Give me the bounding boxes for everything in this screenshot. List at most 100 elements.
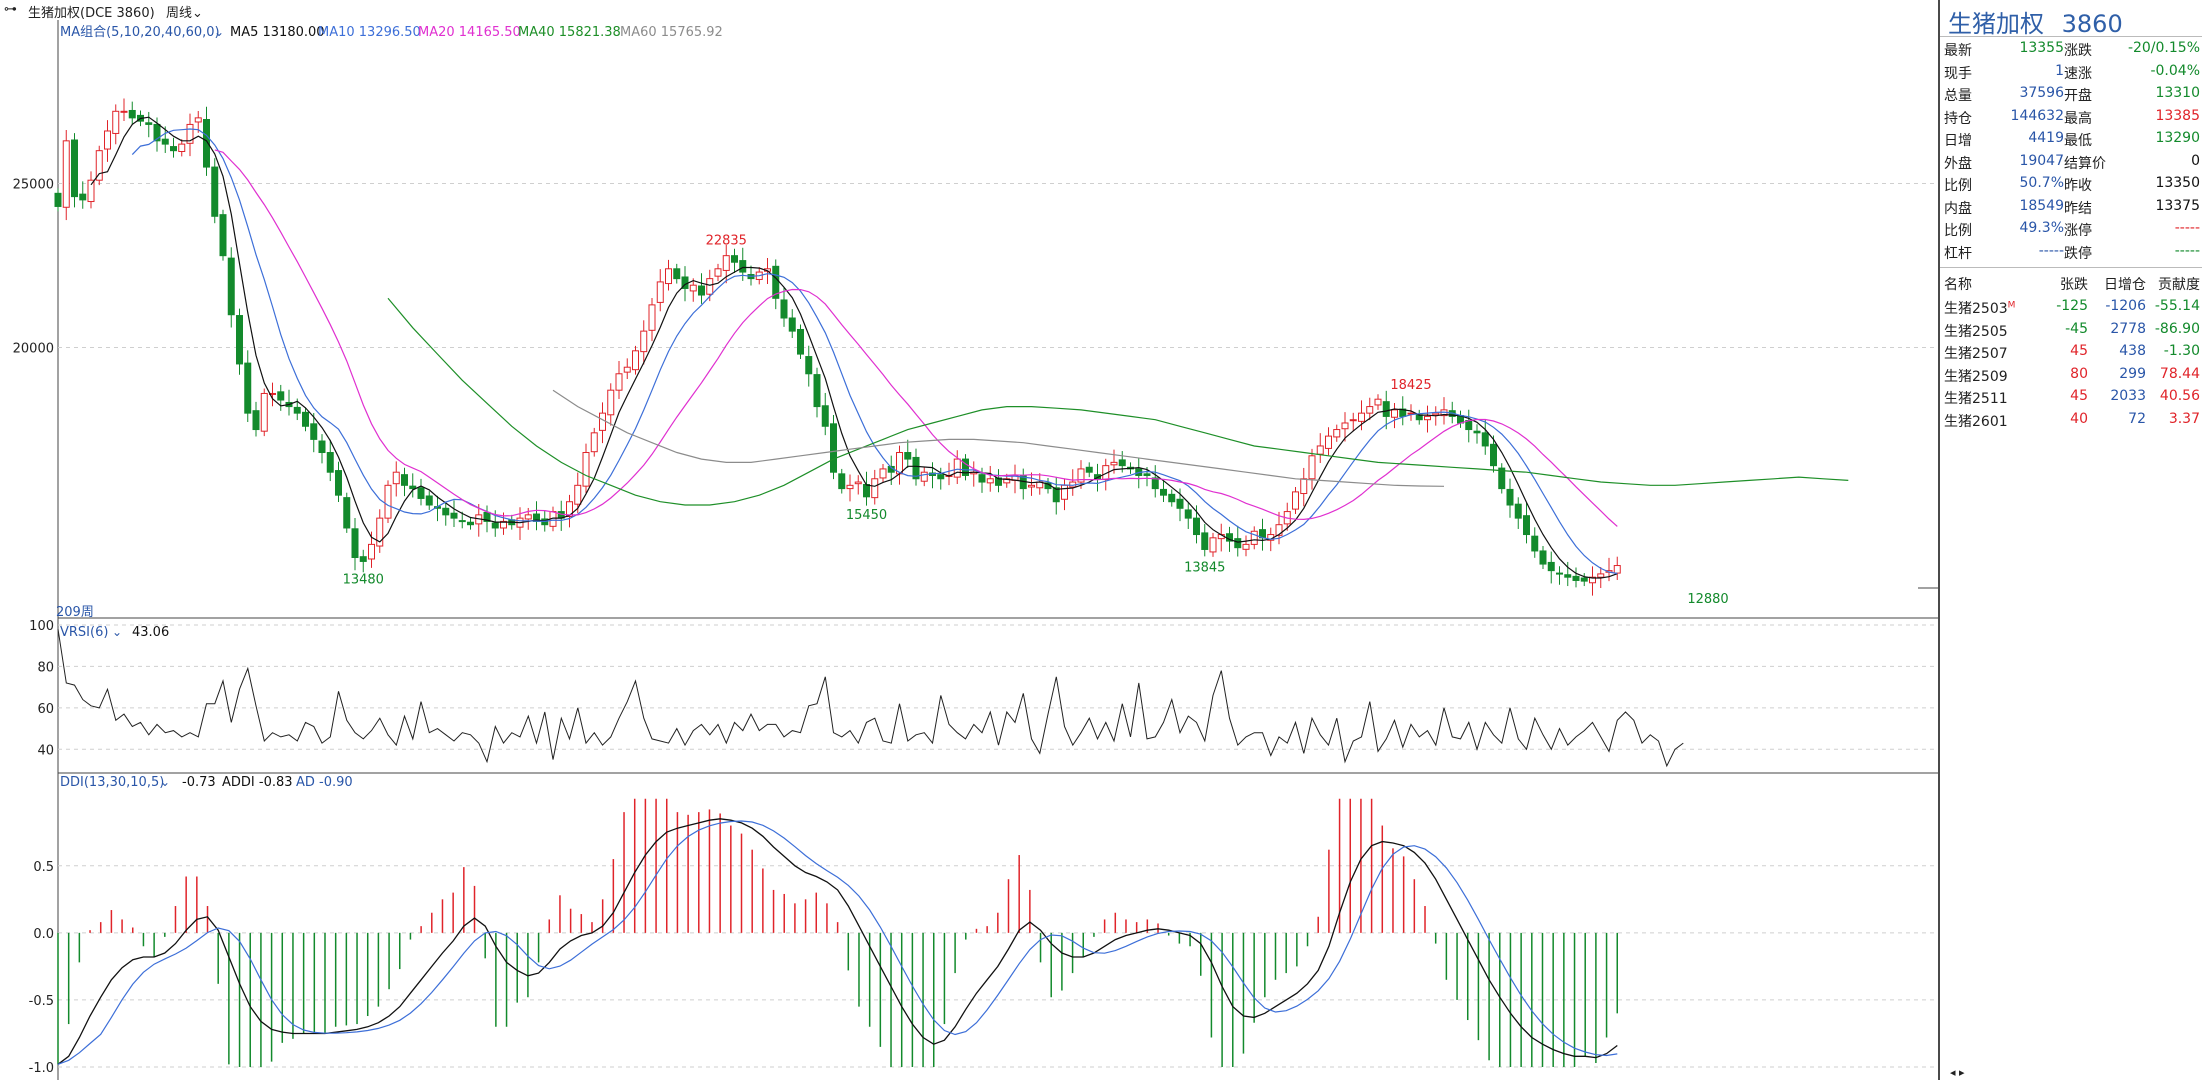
quote-key: 比例 bbox=[1944, 223, 1972, 239]
candle-body bbox=[401, 474, 408, 486]
y-tick-label: 60 bbox=[37, 702, 54, 717]
candle-body bbox=[1556, 572, 1563, 575]
ma40-legend: MA40 15821.38 bbox=[518, 25, 621, 40]
candle-body bbox=[458, 520, 466, 523]
candle-body bbox=[731, 255, 738, 263]
quote-key: 涨跌 bbox=[2064, 43, 2092, 59]
candle-body bbox=[524, 514, 532, 520]
candle-body bbox=[392, 471, 400, 485]
candle-body bbox=[1201, 532, 1209, 550]
contract-change: 40 bbox=[2070, 410, 2088, 427]
quote-row: 最新 13355 涨跌 -20/0.15% bbox=[1940, 38, 2202, 60]
quote-value: 13350 bbox=[2155, 175, 2200, 191]
candle-body bbox=[1374, 398, 1382, 406]
column-header: 张跌 bbox=[2060, 277, 2088, 293]
candle-body bbox=[227, 257, 235, 316]
candle-body bbox=[830, 423, 837, 473]
quote-value: 13355 bbox=[2019, 40, 2064, 56]
candle-body bbox=[467, 521, 474, 526]
column-header: 日增仓 bbox=[2104, 277, 2146, 293]
ad-line bbox=[57, 820, 1618, 1065]
contract-name: 生猪2601 bbox=[1944, 413, 2008, 430]
candle-body bbox=[574, 484, 582, 505]
quote-value: 0 bbox=[2191, 152, 2200, 169]
quote-row: 比例 50.7% 昨收 13350 bbox=[1940, 173, 2202, 195]
candle-body bbox=[120, 110, 128, 113]
quote-value: ----- bbox=[2038, 242, 2064, 259]
candle-body bbox=[1490, 443, 1497, 467]
quote-row: 总量 37596 开盘 13310 bbox=[1940, 83, 2202, 105]
candle-body bbox=[145, 122, 153, 125]
ddi-label: DDI(13,30,10,5) bbox=[60, 775, 164, 790]
quote-value: 1 bbox=[2055, 62, 2064, 79]
quote-key: 最新 bbox=[1944, 43, 1972, 59]
y-tick-label: 0.5 bbox=[33, 860, 54, 875]
extreme-label: 12880 bbox=[1687, 592, 1728, 607]
contract-change: 80 bbox=[2070, 365, 2088, 382]
candle-body bbox=[797, 328, 804, 355]
quote-key: 总量 bbox=[1944, 88, 1972, 104]
contract-contribution: 78.44 bbox=[2159, 365, 2200, 382]
candle-body bbox=[194, 117, 202, 123]
chart-svg: 25000 20000 22835 15450 13480 18425 13845 12880… bbox=[13, 20, 1938, 1080]
chart-area[interactable]: ⊶ 生猪加权(DCE 3860) 周线⌄ 25000 20000 22835 1545… bbox=[0, 0, 1938, 1080]
candle-body bbox=[1358, 412, 1365, 422]
bottom-tab-bar[interactable]: ◂ ▸ bbox=[1950, 1066, 1965, 1080]
divider bbox=[1940, 267, 2202, 268]
table-row[interactable]: 生猪2511 45 2033 40.56 bbox=[1940, 386, 2202, 408]
candle-body bbox=[62, 140, 70, 208]
contract-contribution: 3.37 bbox=[2168, 410, 2200, 427]
candle-body bbox=[937, 474, 945, 480]
candle-body bbox=[1325, 435, 1332, 449]
vrsi-label: VRSI(6) bbox=[60, 625, 108, 640]
candle-body bbox=[1391, 409, 1398, 418]
quote-value: 37596 bbox=[2019, 85, 2064, 101]
quote-key: 外盘 bbox=[1944, 155, 1972, 172]
table-row[interactable]: 生猪2507 45 438 -1.30 bbox=[1940, 341, 2202, 363]
candle-body bbox=[689, 284, 697, 292]
table-row[interactable]: 生猪2601 40 72 3.37 bbox=[1940, 409, 2202, 431]
quote-key: 跌停 bbox=[2064, 245, 2092, 262]
candle-body bbox=[640, 330, 648, 353]
y-tick-label: -1.0 bbox=[29, 1061, 54, 1076]
extreme-label: 13845 bbox=[1184, 560, 1225, 575]
candle-body bbox=[326, 452, 334, 473]
table-row[interactable]: 生猪2509 80 299 78.44 bbox=[1940, 364, 2202, 386]
candle-body bbox=[599, 412, 606, 431]
quote-key: 开盘 bbox=[2064, 88, 2092, 104]
candle-body bbox=[54, 192, 62, 207]
y-tick-label: 20000 bbox=[13, 342, 54, 357]
candle-body bbox=[260, 392, 268, 432]
quote-row: 外盘 19047 结算价 0 bbox=[1940, 151, 2202, 173]
table-row[interactable]: 生猪2503M -125 -1206 -55.14 bbox=[1940, 296, 2202, 318]
candle-body bbox=[1333, 429, 1341, 438]
candle-body bbox=[698, 285, 705, 296]
chevron-down-icon: ⌄ bbox=[160, 775, 170, 789]
contract-oi-change: 72 bbox=[2128, 410, 2146, 427]
quote-title: 生猪加权 3860 bbox=[1948, 4, 2123, 39]
candle-body bbox=[871, 478, 879, 499]
candle-body bbox=[1184, 509, 1192, 519]
candle-body bbox=[491, 522, 499, 529]
table-row[interactable]: 生猪2505 -45 2778 -86.90 bbox=[1940, 319, 2202, 341]
addi-line bbox=[57, 818, 1618, 1065]
candle-body bbox=[1242, 543, 1250, 550]
vrsi-value: 43.06 bbox=[132, 625, 169, 640]
candle-body bbox=[318, 440, 326, 454]
candle-body bbox=[1539, 550, 1547, 565]
candle-body bbox=[1151, 477, 1159, 490]
candle-body bbox=[648, 304, 656, 331]
candle-body bbox=[1028, 484, 1035, 488]
candle-body bbox=[1432, 412, 1440, 416]
candle-body bbox=[953, 458, 961, 478]
candle-body bbox=[739, 260, 747, 273]
quote-value: 144632 bbox=[2010, 107, 2064, 124]
contract-contribution: 40.56 bbox=[2159, 388, 2200, 404]
contract-contribution: -55.14 bbox=[2154, 298, 2200, 314]
candle-body bbox=[813, 374, 821, 408]
y-tick-label: 100 bbox=[29, 619, 54, 634]
candle-body bbox=[425, 495, 433, 506]
quote-value: 13375 bbox=[2155, 197, 2200, 214]
candle-body bbox=[450, 512, 458, 519]
contract-contribution: -1.30 bbox=[2163, 343, 2200, 359]
